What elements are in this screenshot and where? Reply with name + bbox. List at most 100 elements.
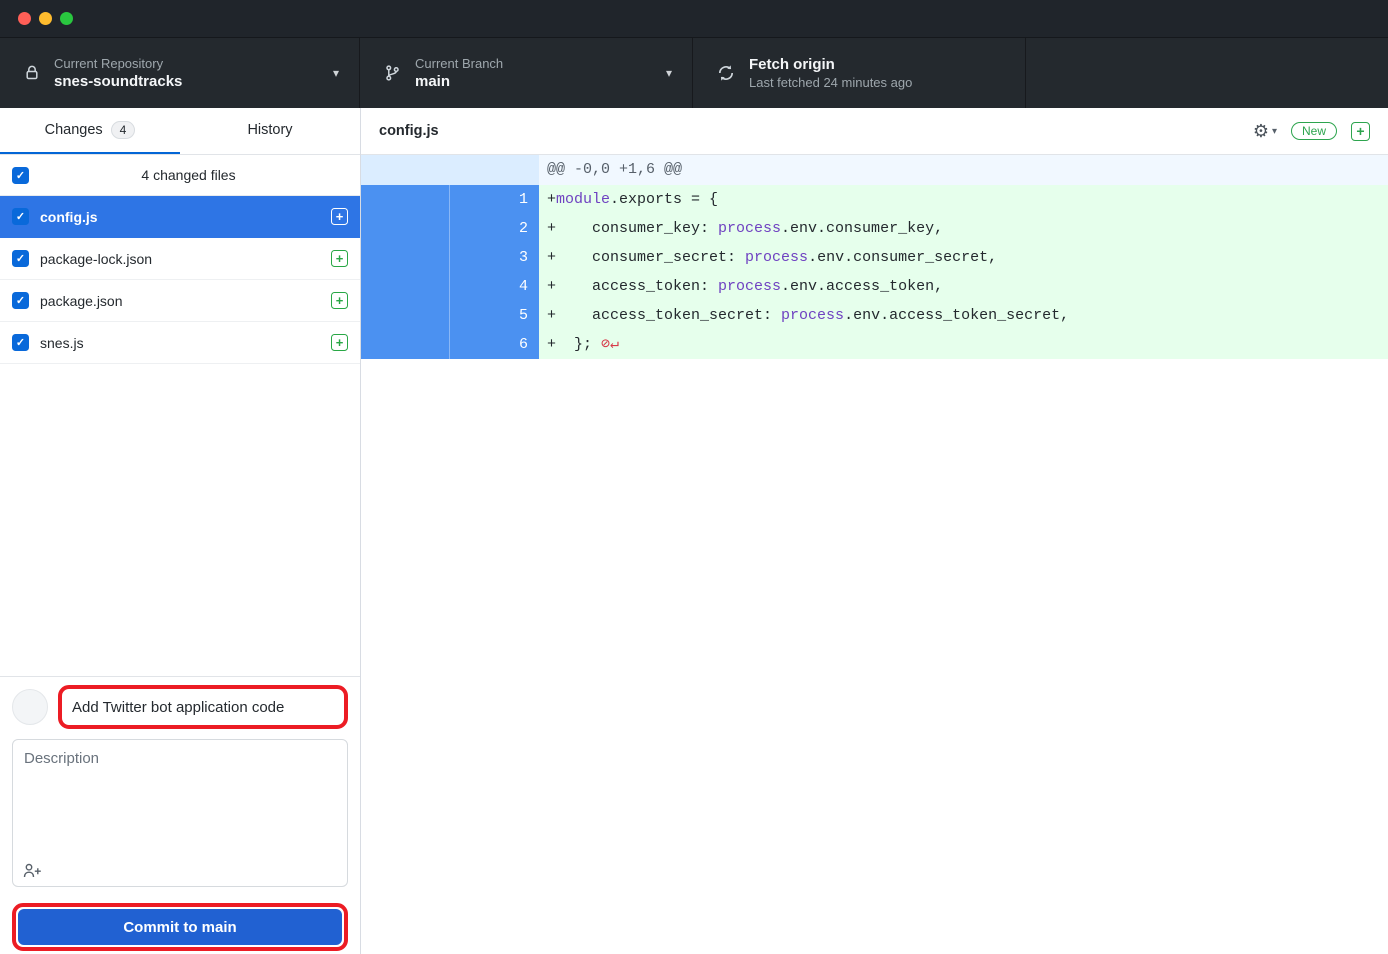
diff-file-header: config.js ⚙▾ New + (361, 108, 1388, 155)
old-line-number (361, 301, 450, 330)
sidebar: Changes 4 History ✓ 4 changed files ✓ con… (0, 108, 361, 954)
repository-label: Current Repository (54, 56, 182, 71)
current-branch-dropdown[interactable]: Current Branch main ▾ (360, 38, 693, 108)
fetch-title: Fetch origin (749, 56, 912, 73)
summary-row: Add Twitter bot application code (12, 685, 348, 729)
tab-history-label: History (247, 122, 292, 138)
commit-button-annotation-highlight: Commit to main (12, 903, 348, 951)
diff-line-gutter[interactable]: 1 (361, 185, 539, 214)
diff-view: @@ -0,0 +1,6 @@ 1+module.exports = {2+ c… (361, 155, 1388, 359)
git-branch-icon (384, 64, 401, 82)
sync-icon (717, 64, 735, 82)
diff-line-code: + }; ⊘↵ (539, 330, 619, 359)
toolbar: Current Repository snes-soundtracks ▾ Cu… (0, 38, 1388, 108)
diff-lines: 1+module.exports = {2+ consumer_key: pro… (361, 185, 1388, 359)
diff-line[interactable]: 6+ }; ⊘↵ (361, 330, 1388, 359)
zoom-button[interactable] (60, 12, 73, 25)
changes-count-badge: 4 (111, 121, 136, 139)
diff-file-title: config.js (379, 123, 439, 139)
new-badge: New (1291, 122, 1337, 140)
plus-square-icon[interactable]: + (1351, 122, 1370, 141)
old-line-number (361, 214, 450, 243)
chevron-down-icon: ▾ (333, 66, 339, 80)
summary-annotation-highlight: Add Twitter bot application code (58, 685, 348, 729)
diff-line[interactable]: 4+ access_token: process.env.access_toke… (361, 272, 1388, 301)
diff-line-code: + access_token_secret: process.env.acces… (539, 301, 1069, 330)
commit-button[interactable]: Commit to main (18, 909, 342, 945)
added-file-icon: + (331, 208, 348, 225)
titlebar (0, 0, 1388, 38)
commit-form: Add Twitter bot application code Descrip… (0, 676, 360, 954)
tab-history[interactable]: History (180, 108, 360, 154)
old-line-number (361, 185, 450, 214)
commit-description-input[interactable]: Description (12, 739, 348, 887)
diff-line-code: + consumer_key: process.env.consumer_key… (539, 214, 943, 243)
current-repository-dropdown[interactable]: Current Repository snes-soundtracks ▾ (0, 38, 360, 108)
new-line-number: 2 (450, 214, 539, 243)
diff-line[interactable]: 5+ access_token_secret: process.env.acce… (361, 301, 1388, 330)
file-row[interactable]: ✓ snes.js + (0, 322, 360, 364)
content: Changes 4 History ✓ 4 changed files ✓ con… (0, 108, 1388, 954)
file-checkbox[interactable]: ✓ (12, 208, 29, 225)
old-line-number (361, 243, 450, 272)
diff-line-gutter[interactable]: 6 (361, 330, 539, 359)
added-file-icon: + (331, 250, 348, 267)
old-line-number (361, 272, 450, 301)
diff-line-code: +module.exports = { (539, 185, 718, 214)
diff-line-code: + access_token: process.env.access_token… (539, 272, 943, 301)
hunk-gutter (361, 155, 539, 185)
file-name: config.js (40, 209, 320, 225)
diff-header-actions: ⚙▾ New + (1253, 121, 1370, 142)
diff-line-gutter[interactable]: 5 (361, 301, 539, 330)
new-line-number: 6 (450, 330, 539, 359)
diff-line[interactable]: 2+ consumer_key: process.env.consumer_ke… (361, 214, 1388, 243)
diff-line[interactable]: 3+ consumer_secret: process.env.consumer… (361, 243, 1388, 272)
added-file-icon: + (331, 292, 348, 309)
new-line-number: 3 (450, 243, 539, 272)
old-line-number (361, 330, 450, 359)
tab-changes-label: Changes (45, 122, 103, 138)
file-list: ✓ config.js + ✓ package-lock.json + ✓ package.j… (0, 196, 360, 676)
changed-files-count: 4 changed files (29, 167, 348, 183)
gear-icon[interactable]: ⚙▾ (1253, 121, 1277, 142)
diff-line-code: + consumer_secret: process.env.consumer_… (539, 243, 997, 272)
fetch-origin-button[interactable]: Fetch origin Last fetched 24 minutes ago (693, 38, 1026, 108)
sidebar-tabs: Changes 4 History (0, 108, 360, 155)
hunk-header-text: @@ -0,0 +1,6 @@ (539, 155, 682, 185)
file-name: package-lock.json (40, 251, 320, 267)
branch-name: main (415, 73, 503, 90)
app-window: Current Repository snes-soundtracks ▾ Cu… (0, 0, 1388, 954)
hunk-header-row[interactable]: @@ -0,0 +1,6 @@ (361, 155, 1388, 185)
diff-line-gutter[interactable]: 3 (361, 243, 539, 272)
file-name: snes.js (40, 335, 320, 351)
commit-button-prefix: Commit to (123, 919, 201, 936)
description-placeholder: Description (24, 750, 336, 767)
file-checkbox[interactable]: ✓ (12, 250, 29, 267)
file-checkbox[interactable]: ✓ (12, 334, 29, 351)
diff-line-gutter[interactable]: 4 (361, 272, 539, 301)
avatar (12, 689, 48, 725)
file-row[interactable]: ✓ package.json + (0, 280, 360, 322)
select-all-checkbox[interactable]: ✓ (12, 167, 29, 184)
close-button[interactable] (18, 12, 31, 25)
repository-name: snes-soundtracks (54, 73, 182, 90)
file-name: package.json (40, 293, 320, 309)
window-controls (18, 12, 73, 25)
add-coauthor-icon[interactable] (23, 863, 42, 878)
file-checkbox[interactable]: ✓ (12, 292, 29, 309)
new-line-number: 4 (450, 272, 539, 301)
diff-line-gutter[interactable]: 2 (361, 214, 539, 243)
commit-summary-input[interactable]: Add Twitter bot application code (63, 690, 343, 724)
chevron-down-icon: ▾ (666, 66, 672, 80)
added-file-icon: + (331, 334, 348, 351)
minimize-button[interactable] (39, 12, 52, 25)
fetch-subtitle: Last fetched 24 minutes ago (749, 75, 912, 90)
file-row[interactable]: ✓ config.js + (0, 196, 360, 238)
file-row[interactable]: ✓ package-lock.json + (0, 238, 360, 280)
diff-pane: config.js ⚙▾ New + @@ -0,0 +1,6 @@ 1+mod… (361, 108, 1388, 954)
diff-line[interactable]: 1+module.exports = { (361, 185, 1388, 214)
new-line-number: 1 (450, 185, 539, 214)
tab-changes[interactable]: Changes 4 (0, 108, 180, 154)
chevron-down-icon: ▾ (1272, 126, 1277, 137)
branch-label: Current Branch (415, 56, 503, 71)
